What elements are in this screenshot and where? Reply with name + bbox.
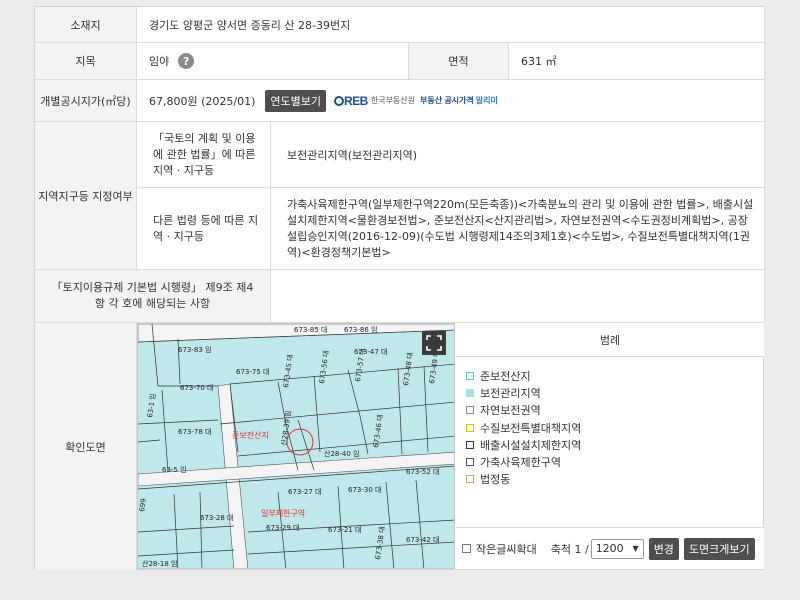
legend-swatch: [466, 388, 474, 397]
lot-label: 673-52 대: [406, 468, 439, 476]
zone-label: 일부제한구역: [261, 508, 305, 518]
location-value: 경기도 양평군 양서면 증동리 산 28-39번지: [149, 18, 351, 32]
legend-swatch: [466, 458, 474, 467]
lot-label: 673-85 대: [294, 326, 327, 334]
national-zoning-value: 보전관리지역(보전관리지역): [287, 148, 418, 162]
land-category-value: 임야: [149, 55, 170, 68]
map-header: 확인도면: [35, 323, 137, 570]
regulation-label: 「토지이용규제 기본법 시행령」 제9조 제4항 각 호에 해당되는 사항: [51, 281, 254, 310]
lot-label: 673-78 대: [178, 428, 211, 436]
area-cell: 631 ㎡: [509, 43, 765, 80]
lot-label: 673-75 대: [236, 368, 269, 376]
reb-org: 한국부동산원: [370, 96, 416, 105]
area-value: 631 ㎡: [521, 55, 557, 68]
large-view-button[interactable]: 도면크게보기: [683, 537, 755, 560]
change-scale-button[interactable]: 변경: [648, 537, 679, 560]
legend-item: 배출시설설치제한지역: [466, 436, 581, 453]
price-value: 67,800원 (2025/01): [149, 94, 256, 108]
legend-item: 수질보전특별대책지역: [466, 419, 581, 436]
yearly-view-button[interactable]: 연도별보기: [265, 89, 326, 112]
legend-item: 자연보전권역: [466, 402, 581, 419]
price-label: 개별공시지가(㎡당): [40, 94, 131, 108]
fullscreen-glyph: [426, 335, 442, 351]
national-zoning-cell: 보전관리지역(보전관리지역): [271, 122, 765, 188]
land-category-header: 지목: [35, 43, 137, 80]
lot-label: 산28-18 임: [142, 559, 177, 568]
reb-logo-icon: [334, 95, 344, 106]
chevron-down-icon: ▼: [632, 544, 639, 553]
legend-header: 범례: [456, 323, 764, 357]
legend-item: 준보전산지: [466, 367, 581, 384]
legend-label: 준보전산지: [480, 369, 531, 383]
other-zoning-label: 다른 법령 등에 따른 지역 · 지구등: [153, 213, 259, 243]
legend-item: 법정동: [466, 471, 581, 488]
national-zoning-header: 「국토의 계획 및 이용에 관한 법률」에 따른 지역 · 지구등: [137, 122, 271, 188]
reb-sub2: 알리미: [475, 96, 498, 105]
land-use-table: 소재지 경기도 양평군 양서면 증동리 산 28-39번지 지목 임야 ? 면적…: [34, 6, 765, 570]
legend-label: 보전관리지역: [480, 386, 541, 400]
legend-swatch: [466, 371, 474, 380]
area-header: 면적: [409, 43, 509, 80]
scale-label: 축척 1 /: [550, 542, 589, 556]
land-category-label: 지목: [75, 55, 96, 68]
lot-label: 673-27 대: [288, 488, 321, 496]
fullscreen-icon[interactable]: [422, 331, 446, 355]
legend-label: 수질보전특별대책지역: [480, 421, 582, 435]
reb-mark: REB: [344, 93, 368, 108]
reb-sub: 부동산 공시가격: [420, 96, 474, 105]
lot-label: 673-47 대: [354, 348, 387, 356]
legend-title: 범례: [599, 333, 621, 347]
other-zoning-header: 다른 법령 등에 따른 지역 · 지구등: [137, 188, 271, 270]
legend-item: 보전관리지역: [466, 384, 581, 401]
other-zoning-cell: 가축사육제한구역(일부제한구역220m(모든축종))<가축분뇨의 관리 및 이용…: [271, 188, 765, 270]
national-zoning-label: 「국토의 계획 및 이용에 관한 법률」에 따른 지역 · 지구등: [153, 131, 256, 177]
land-use-info-page: 소재지 경기도 양평군 양서면 증동리 산 28-39번지 지목 임야 ? 면적…: [0, 0, 800, 600]
lot-label: 산28-40 임: [324, 449, 359, 458]
location-cell: 경기도 양평군 양서면 증동리 산 28-39번지: [137, 7, 765, 43]
location-header: 소재지: [35, 7, 137, 43]
area-label: 면적: [448, 55, 469, 68]
zoning-header: 지역지구등 지정여부: [35, 122, 137, 270]
legend-label: 가축사육제한구역: [480, 456, 561, 470]
price-header: 개별공시지가(㎡당): [35, 80, 137, 122]
lot-label: 673-29 대: [266, 524, 299, 532]
other-zoning-value: 가축사육제한구역(일부제한구역220m(모든축종))<가축분뇨의 관리 및 이용…: [287, 197, 754, 259]
regulation-cell: [271, 270, 765, 323]
legend-swatch: [466, 423, 474, 432]
map-canvas: 673-85 대 673-86 임673-83 임673-75 대 673-45 대…: [138, 324, 454, 568]
lot-label: 673-28 대: [200, 514, 233, 522]
scale-select[interactable]: 1200 ▼: [590, 538, 644, 559]
legend-list: 준보전산지보전관리지역자연보전권역수질보전특별대책지역배출시설설치제한지역가축사…: [466, 367, 581, 488]
legend-label: 법정동: [480, 473, 511, 487]
legend-swatch: [466, 475, 474, 484]
lot-label: 673-42 대: [406, 536, 439, 544]
cadastral-map[interactable]: 673-85 대 673-86 임 673-83 임 673-75 대 673-45 대…: [137, 323, 455, 569]
legend-swatch: [466, 440, 474, 449]
land-category-cell: 임야 ?: [137, 43, 409, 80]
legend-label: 자연보전권역: [480, 404, 541, 418]
legend-label: 배출시설설치제한지역: [480, 438, 582, 452]
lot-label: 673-86 임: [344, 326, 377, 334]
price-cell: 67,800원 (2025/01) 연도별보기 REB 한국부동산원 부동산 공…: [137, 80, 765, 122]
lot-label: 673-70 대: [180, 384, 213, 392]
small-text-label: 작은글씨확대: [476, 542, 537, 556]
location-label: 소재지: [70, 18, 101, 32]
legend-item: 가축사육제한구역: [466, 453, 581, 470]
lot-label: 673-30 대: [348, 486, 381, 494]
lot-label: 63-5 임: [162, 466, 187, 474]
map-label: 확인도면: [65, 440, 106, 454]
lot-label: 673-83 임: [178, 346, 211, 354]
regulation-header: 「토지이용규제 기본법 시행령」 제9조 제4항 각 호에 해당되는 사항: [35, 270, 271, 323]
map-controls: 작은글씨확대 축척 1 / 1200 ▼ 변경 도면크게보기: [456, 527, 764, 569]
scale-value: 1200: [595, 542, 624, 555]
legend-swatch: [466, 406, 474, 415]
reb-logo[interactable]: REB 한국부동산원 부동산 공시가격 알리미: [334, 94, 498, 108]
help-icon[interactable]: ?: [178, 53, 195, 69]
zone-label: 준보전산지: [232, 430, 269, 440]
lot-label: 673-21 대: [328, 526, 361, 534]
zoning-label: 지역지구등 지정여부: [38, 189, 133, 203]
small-text-checkbox[interactable]: [462, 544, 471, 553]
